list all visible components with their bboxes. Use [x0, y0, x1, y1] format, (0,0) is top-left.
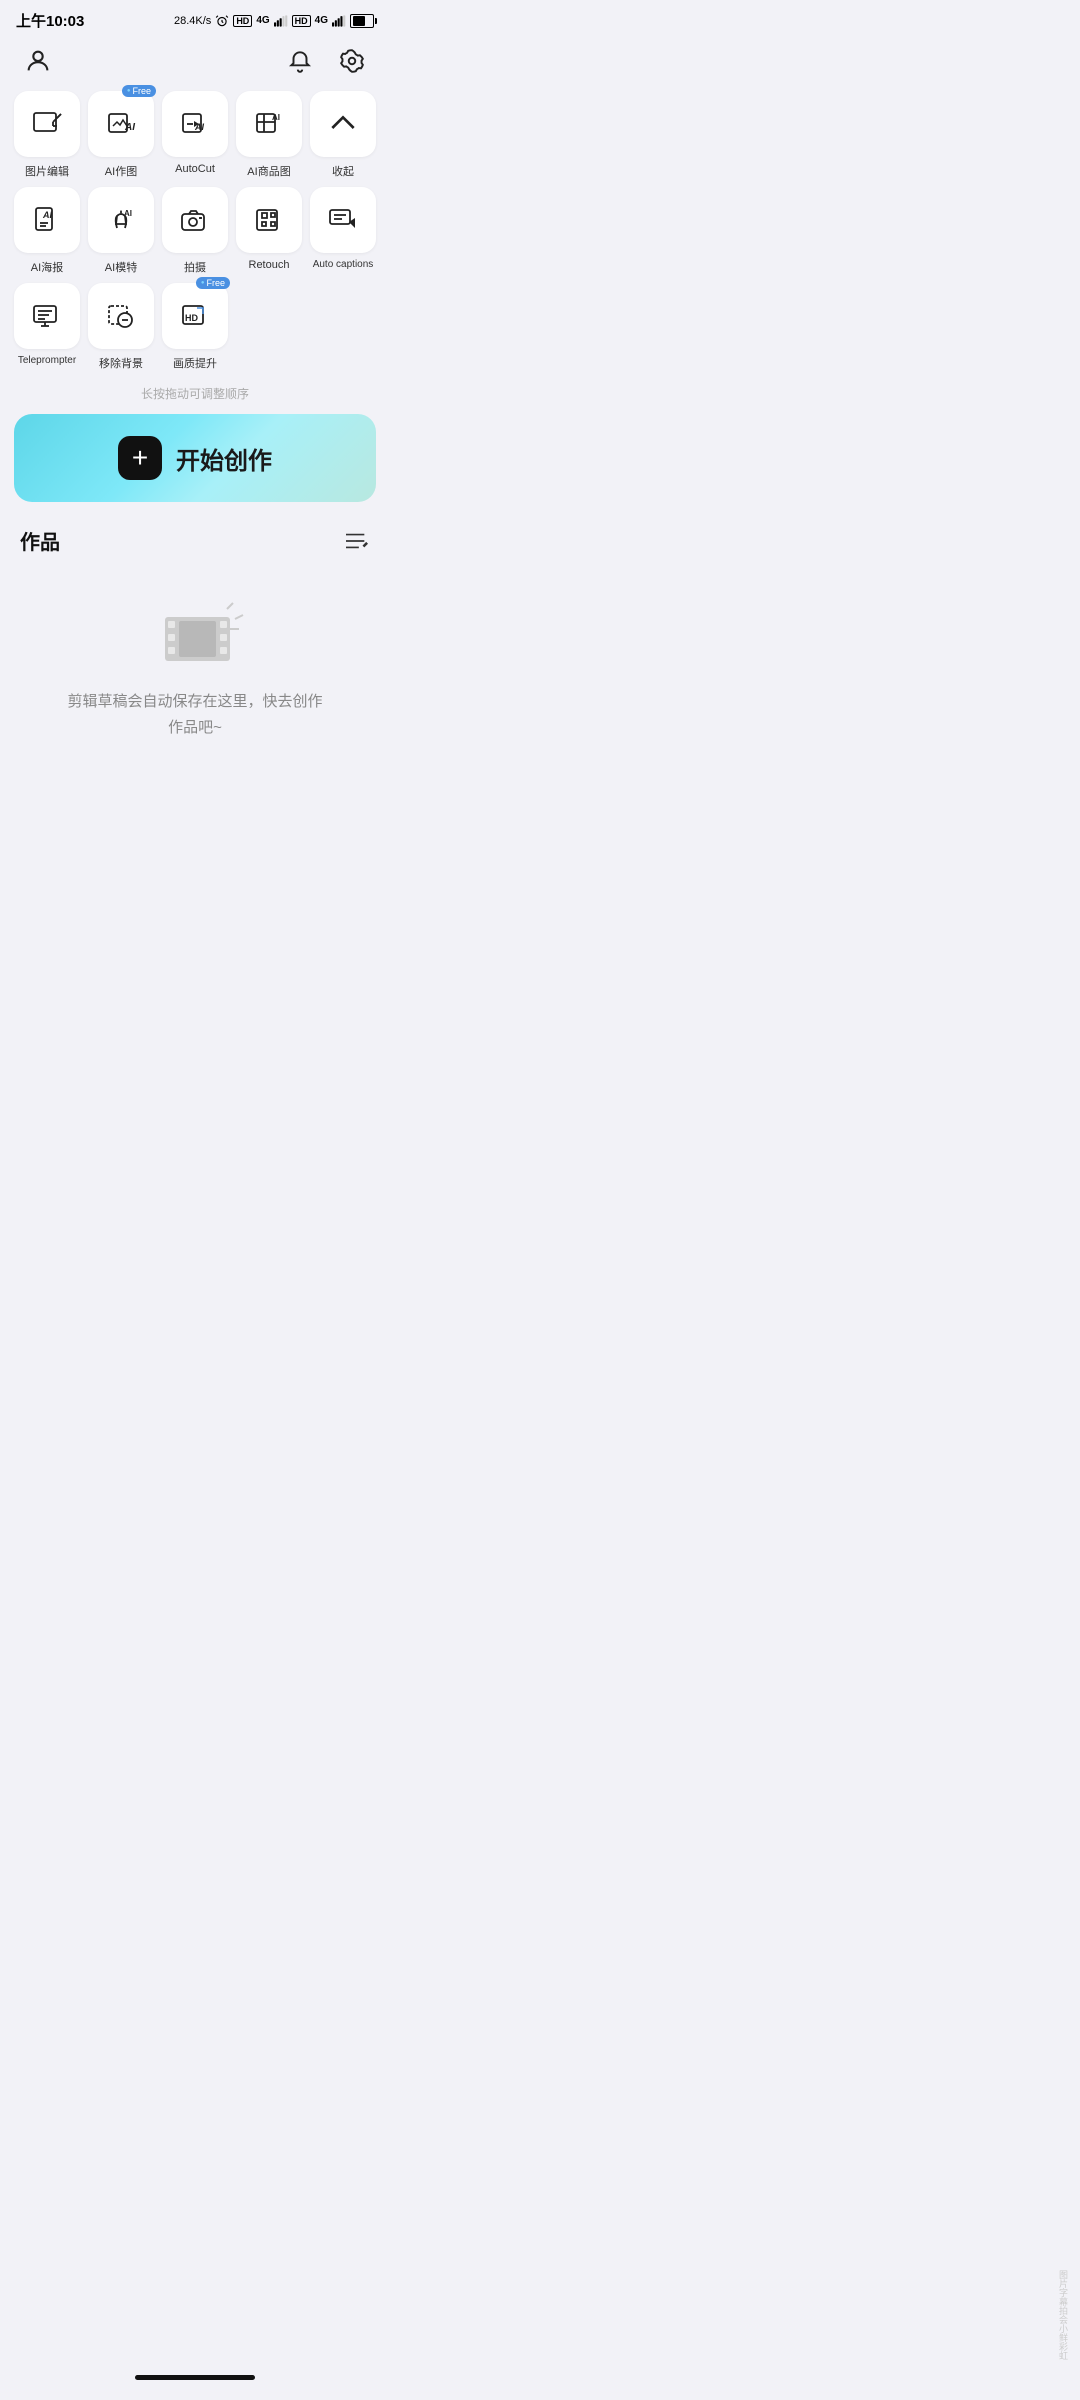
- network-speed: 28.4K/s: [174, 15, 211, 27]
- ai-draw-badge: Free: [122, 85, 156, 97]
- tools-row-2: AI AI海报 AI AI模特: [14, 187, 376, 275]
- bottom-bar: [0, 2367, 390, 2400]
- tool-ai-model[interactable]: AI AI模特: [88, 187, 154, 275]
- tool-autocut-label: AutoCut: [175, 163, 215, 175]
- notification-button[interactable]: [282, 43, 318, 79]
- gear-icon: [339, 48, 365, 74]
- tool-image-edit[interactable]: 图片编辑: [14, 91, 80, 179]
- tool-ai-model-label: AI模特: [105, 259, 137, 275]
- person-icon: [24, 47, 52, 75]
- profile-button[interactable]: [20, 43, 56, 79]
- auto-captions-icon: [327, 204, 359, 236]
- tool-camera[interactable]: 拍摄: [162, 187, 228, 275]
- signal-icon-2: [332, 15, 346, 27]
- signal-icon-1: [274, 15, 288, 27]
- watermark: 图片字幕拍会小鲜彩虹: [1057, 2270, 1070, 2360]
- ai-model-icon: AI: [105, 204, 137, 236]
- home-indicator: [135, 2375, 255, 2380]
- tool-ai-product-label: AI商品图: [247, 163, 290, 179]
- hint-text: 长按拖动可调整顺序: [14, 379, 376, 414]
- retouch-icon: [253, 204, 285, 236]
- ai-draw-icon: AI: [105, 108, 137, 140]
- chevron-up-icon: [327, 108, 359, 140]
- alarm-icon: [215, 14, 229, 28]
- tool-collapse-label: 收起: [332, 163, 354, 179]
- tools-row-3: Teleprompter 移除背景 Free HD: [14, 283, 376, 371]
- svg-text:AI: AI: [272, 113, 280, 122]
- bell-icon: [287, 48, 313, 74]
- tool-collapse[interactable]: 收起: [310, 91, 376, 179]
- tool-auto-captions-label: Auto captions: [313, 259, 374, 270]
- tool-enhance-label: 画质提升: [173, 355, 217, 371]
- film-icon: [155, 599, 235, 669]
- tool-remove-bg-label: 移除背景: [99, 355, 143, 371]
- battery-icon: [350, 14, 374, 28]
- autocut-icon: AI: [179, 108, 211, 140]
- remove-bg-icon: [105, 300, 137, 332]
- signal-4g-1: 4G: [256, 15, 269, 26]
- svg-text:AI: AI: [124, 209, 132, 218]
- camera-icon: [179, 204, 211, 236]
- image-edit-icon: [31, 108, 63, 140]
- tool-auto-captions[interactable]: Auto captions: [310, 187, 376, 275]
- ai-product-icon: AI: [253, 108, 285, 140]
- enhance-icon: HD: [179, 300, 211, 332]
- tools-row-1: 图片编辑 Free AI AI作图 AI: [14, 91, 376, 179]
- create-button-label: 开始创作: [176, 441, 272, 476]
- header: [0, 35, 390, 91]
- enhance-badge: Free: [196, 277, 230, 289]
- empty-state: 剪辑草稿会自动保存在这里，快去创作作品吧~: [20, 579, 370, 780]
- tool-teleprompter-label: Teleprompter: [18, 355, 76, 366]
- tool-teleprompter[interactable]: Teleprompter: [14, 283, 80, 371]
- settings-button[interactable]: [334, 43, 370, 79]
- hd-badge-1: HD: [233, 15, 252, 27]
- works-section: 作品: [0, 518, 390, 780]
- works-title: 作品: [20, 526, 60, 555]
- sort-button[interactable]: [344, 530, 370, 552]
- empty-slot-1: [236, 283, 302, 371]
- tools-section: 图片编辑 Free AI AI作图 AI: [0, 91, 390, 414]
- tool-autocut[interactable]: AI AutoCut: [162, 91, 228, 179]
- works-header: 作品: [20, 526, 370, 555]
- tool-ai-product[interactable]: AI AI商品图: [236, 91, 302, 179]
- create-plus-icon: +: [118, 436, 162, 480]
- svg-text:HD: HD: [185, 313, 198, 323]
- ai-poster-icon: AI: [31, 204, 63, 236]
- status-right: 28.4K/s HD 4G HD 4G: [174, 14, 374, 28]
- tool-remove-bg[interactable]: 移除背景: [88, 283, 154, 371]
- create-button[interactable]: + 开始创作: [14, 414, 376, 502]
- tool-retouch[interactable]: Retouch: [236, 187, 302, 275]
- sort-edit-icon: [344, 530, 370, 552]
- status-time: 上午10:03: [16, 10, 84, 31]
- header-actions: [282, 43, 370, 79]
- tool-ai-draw-label: AI作图: [105, 163, 137, 179]
- empty-text-content: 剪辑草稿会自动保存在这里，快去创作作品吧~: [67, 693, 322, 736]
- hd-badge-2: HD: [292, 15, 311, 27]
- create-button-wrap: + 开始创作: [0, 414, 390, 518]
- tool-ai-poster-label: AI海报: [31, 259, 63, 275]
- tool-camera-label: 拍摄: [184, 259, 206, 275]
- tool-image-edit-label: 图片编辑: [25, 163, 69, 179]
- tool-ai-poster[interactable]: AI AI海报: [14, 187, 80, 275]
- tool-retouch-label: Retouch: [249, 259, 290, 271]
- status-bar: 上午10:03 28.4K/s HD 4G HD 4G: [0, 0, 390, 35]
- tool-enhance[interactable]: Free HD 画质提升: [162, 283, 228, 371]
- empty-text: 剪辑草稿会自动保存在这里，快去创作作品吧~: [67, 689, 322, 740]
- tool-ai-draw[interactable]: Free AI AI作图: [88, 91, 154, 179]
- signal-4g-2: 4G: [315, 15, 328, 26]
- teleprompter-icon: [31, 300, 63, 332]
- svg-text:AI: AI: [42, 210, 52, 220]
- empty-slot-2: [310, 283, 376, 371]
